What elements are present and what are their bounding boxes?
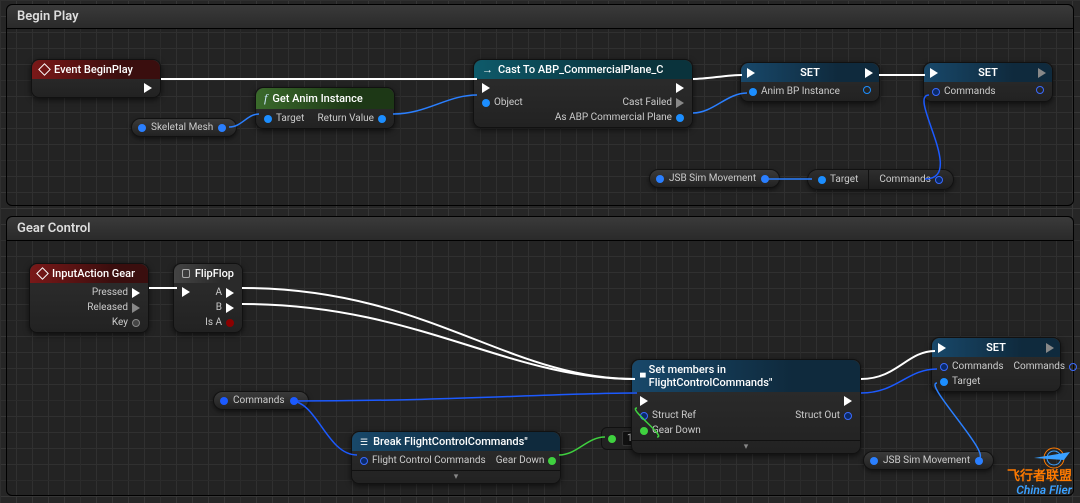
pin-dot[interactable] xyxy=(975,457,983,465)
pin-dot[interactable] xyxy=(220,397,228,405)
pin-animbp-in[interactable]: Anim BP Instance xyxy=(749,86,840,97)
node-title: SET xyxy=(800,66,820,79)
var-label: Skeletal Mesh xyxy=(151,122,213,133)
watermark: 飞行者联盟 China Flier xyxy=(1007,442,1072,497)
cast-icon xyxy=(482,63,493,76)
expand-toggle[interactable]: ▾ xyxy=(352,470,560,483)
node-event-beginplay[interactable]: Event BeginPlay xyxy=(31,59,161,98)
node-set-members[interactable]: Set members in FlightControlCommands" St… xyxy=(631,359,861,454)
exec-out-pin[interactable] xyxy=(555,83,684,93)
pin-dot[interactable] xyxy=(138,124,146,132)
node-set-commands-right[interactable]: SET Commands Target Commands xyxy=(931,337,1061,392)
exec-in-pin[interactable] xyxy=(747,68,755,78)
node-title: SET xyxy=(986,341,1006,354)
pin-return-value[interactable]: Return Value xyxy=(318,113,386,124)
node-title: Get Anim Instance xyxy=(272,92,362,105)
pin-object[interactable]: Object xyxy=(482,97,523,108)
macro-icon xyxy=(182,269,190,278)
pin-target[interactable]: Target xyxy=(264,113,304,124)
pin-is-a[interactable]: Is A xyxy=(205,317,234,328)
node-title: SET xyxy=(978,66,998,79)
comment-title[interactable]: Gear Control xyxy=(7,217,1073,241)
pin-flightcontrolcommands[interactable]: Flight Control Commands xyxy=(360,455,486,466)
pin-dot[interactable] xyxy=(656,175,664,183)
expand-toggle[interactable]: ▾ xyxy=(632,440,860,453)
node-get-anim-instance[interactable]: f Get Anim Instance Target Return Value xyxy=(255,87,395,129)
node-break-flightcontrol[interactable]: Break FlightControlCommands" Flight Cont… xyxy=(351,431,561,484)
node-flipflop[interactable]: FlipFlop A B Is A xyxy=(173,263,243,333)
exec-b-pin[interactable]: B xyxy=(205,302,234,313)
exec-out-pin[interactable] xyxy=(1038,68,1046,78)
pin-commands-in[interactable]: Commands xyxy=(940,361,1004,372)
node-title: Break FlightControlCommands" xyxy=(373,435,528,448)
exec-pressed-pin[interactable]: Pressed xyxy=(87,287,140,298)
pin-target[interactable] xyxy=(818,176,826,184)
pin-struct-out[interactable]: Struct Out xyxy=(795,410,852,421)
pin-dot[interactable] xyxy=(218,124,226,132)
pin-float-in[interactable] xyxy=(608,435,616,443)
comment-title[interactable]: Begin Play xyxy=(7,5,1073,29)
var-skeletal-mesh[interactable]: Skeletal Mesh xyxy=(131,118,237,137)
node-inputaction-gear[interactable]: InputAction Gear Pressed Released Key xyxy=(29,263,149,333)
node-title: FlipFlop xyxy=(195,267,234,280)
exec-in-pin[interactable] xyxy=(182,287,190,297)
pin-key[interactable]: Key xyxy=(87,317,140,328)
event-icon xyxy=(36,267,49,280)
exec-out-pin[interactable] xyxy=(795,396,852,406)
pin-gear-down-in[interactable]: Gear Down xyxy=(640,425,701,436)
var-label: JSB Sim Movement xyxy=(669,173,756,184)
pin-target-in[interactable]: Target xyxy=(940,376,1004,387)
exec-in-pin[interactable] xyxy=(930,68,938,78)
exec-out-pin[interactable] xyxy=(144,83,152,93)
node-set-commands[interactable]: SET Commands xyxy=(923,62,1053,102)
exec-cast-failed-pin[interactable]: Cast Failed xyxy=(555,97,684,108)
exec-a-pin[interactable]: A xyxy=(205,287,234,298)
node-title: Event BeginPlay xyxy=(54,63,133,76)
function-icon: f xyxy=(264,91,267,106)
pin-commands-out[interactable] xyxy=(935,176,943,184)
pin-commands-in[interactable]: Commands xyxy=(932,86,996,97)
pin-struct-ref[interactable]: Struct Ref xyxy=(640,410,701,421)
pin-dot[interactable] xyxy=(870,457,878,465)
var-jsb-sim-movement[interactable]: JSB Sim Movement xyxy=(649,169,780,188)
pin-dot[interactable] xyxy=(290,397,298,405)
event-icon xyxy=(38,63,51,76)
node-title: InputAction Gear xyxy=(52,267,135,280)
var-jsb-sim-movement[interactable]: JSB Sim Movement xyxy=(863,451,994,470)
watermark-subtext: China Flier xyxy=(1007,484,1072,497)
pin-gear-down-out[interactable]: Gear Down xyxy=(496,455,557,466)
node-cast-to-abp[interactable]: Cast To ABP_CommercialPlane_C Object Cas… xyxy=(473,59,693,128)
var-commands[interactable]: Commands xyxy=(213,391,309,410)
exec-in-pin[interactable] xyxy=(938,343,946,353)
struct-icon xyxy=(360,435,368,448)
struct-icon xyxy=(640,370,644,383)
comment-gear-control: Gear Control InputAction Gear Pressed Re… xyxy=(6,216,1074,496)
node-title: Cast To ABP_CommercialPlane_C xyxy=(498,63,663,76)
exec-out-pin[interactable] xyxy=(1046,343,1054,353)
var-label: JSB Sim Movement xyxy=(883,455,970,466)
node-set-animbp[interactable]: SET Anim BP Instance xyxy=(740,62,880,102)
node-target-commands[interactable]: Target Commands xyxy=(807,169,954,190)
var-label: Commands xyxy=(233,395,285,406)
exec-in-pin[interactable] xyxy=(482,83,523,93)
pin-commands-out[interactable]: Commands xyxy=(1014,361,1078,372)
node-title: Set members in FlightControlCommands" xyxy=(649,363,852,389)
exec-in-pin[interactable] xyxy=(640,396,701,406)
comment-begin-play: Begin Play Event BeginPlay Skeletal Mesh xyxy=(6,4,1074,206)
pin-dot[interactable] xyxy=(761,175,769,183)
watermark-text: 飞行者联盟 xyxy=(1007,470,1072,484)
exec-released-pin[interactable]: Released xyxy=(87,302,140,313)
pin-as-abp[interactable]: As ABP Commercial Plane xyxy=(555,112,684,123)
exec-out-pin[interactable] xyxy=(865,68,873,78)
pin-commands-out[interactable] xyxy=(1036,86,1044,94)
pin-animbp-out[interactable] xyxy=(863,86,871,94)
